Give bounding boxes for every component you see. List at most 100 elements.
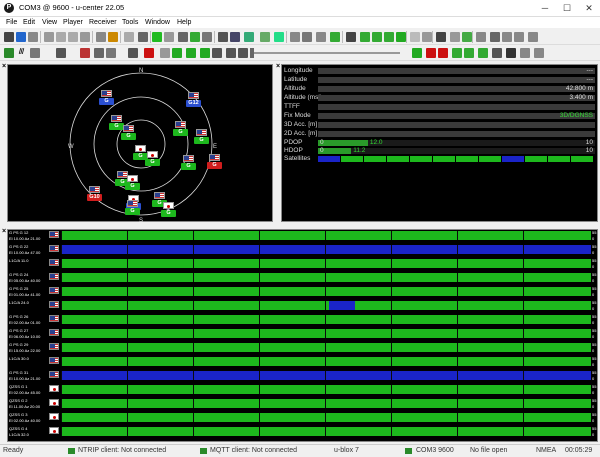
toolbar-button-8[interactable] [108, 32, 118, 42]
player-button-5[interactable] [106, 48, 116, 58]
sat-label-5[interactable]: G [194, 137, 209, 144]
sat-label-2[interactable]: G [109, 123, 124, 130]
sat-label-8[interactable]: G [181, 163, 196, 170]
toolbar-button-23[interactable] [316, 32, 326, 42]
toolbar-button-9[interactable] [124, 32, 134, 42]
sat-label-4[interactable]: G [173, 129, 188, 136]
toolbar-button-30[interactable] [410, 32, 420, 42]
toolbar-button-28[interactable] [384, 32, 394, 42]
toolbar-button-36[interactable] [490, 32, 500, 42]
toolbar-button-35[interactable] [476, 32, 486, 42]
toolbar-button-5[interactable] [68, 32, 78, 42]
info-panel-close-icon[interactable]: × [276, 63, 280, 70]
toolbar-button-31[interactable] [422, 32, 432, 42]
toolbar-button-29[interactable] [396, 32, 406, 42]
toolbar-button-20[interactable] [274, 32, 284, 42]
player-button-23[interactable] [520, 48, 530, 58]
sat-label-0[interactable]: G [99, 98, 114, 105]
sat-label-15[interactable]: G [125, 208, 140, 215]
toolbar-button-25[interactable] [346, 32, 356, 42]
player-button-19[interactable] [464, 48, 474, 58]
player-button-24[interactable] [534, 48, 544, 58]
sat-label-12[interactable]: G10 [87, 194, 102, 201]
menu-file[interactable]: File [6, 17, 17, 28]
toolbar-button-27[interactable] [372, 32, 382, 42]
player-button-8[interactable] [160, 48, 170, 58]
sat-label-9[interactable]: G [207, 162, 222, 169]
toolbar-button-3[interactable] [44, 32, 54, 42]
menu-receiver[interactable]: Receiver [89, 17, 117, 28]
signal-panel-close-icon[interactable]: × [2, 228, 6, 235]
toolbar-button-15[interactable] [202, 32, 212, 42]
playback-slider-thumb[interactable] [250, 48, 254, 58]
toolbar-button-0[interactable] [4, 32, 14, 42]
toolbar-button-6[interactable] [80, 32, 90, 42]
toolbar-button-32[interactable] [436, 32, 446, 42]
player-button-1[interactable] [30, 48, 40, 58]
toolbar-button-34[interactable] [462, 32, 472, 42]
player-button-21[interactable] [492, 48, 502, 58]
toolbar-button-13[interactable] [178, 32, 188, 42]
toolbar-button-37[interactable] [502, 32, 512, 42]
toolbar-button-33[interactable] [450, 32, 460, 42]
menu-player[interactable]: Player [63, 17, 83, 28]
signal-track [61, 413, 591, 422]
toolbar-button-14[interactable] [190, 32, 200, 42]
toolbar-button-1[interactable] [16, 32, 26, 42]
toolbar-button-21[interactable] [290, 32, 300, 42]
player-button-0[interactable] [4, 48, 14, 58]
toolbar-button-17[interactable] [230, 32, 240, 42]
player-button-9[interactable] [172, 48, 182, 58]
menu-window[interactable]: Window [145, 17, 170, 28]
toolbar-button-19[interactable] [260, 32, 270, 42]
toolbar-button-2[interactable] [28, 32, 38, 42]
toolbar-button-12[interactable] [164, 32, 174, 42]
sat-label-3[interactable]: G [121, 133, 136, 140]
menu-help[interactable]: Help [177, 17, 191, 28]
player-button-7[interactable] [144, 48, 154, 58]
close-window-button[interactable]: ✕ [578, 0, 600, 16]
toolbar-button-16[interactable] [218, 32, 228, 42]
toolbar-button-39[interactable] [528, 32, 538, 42]
toolbar-button-24[interactable] [330, 32, 340, 42]
player-button-15[interactable] [412, 48, 422, 58]
player-button-4[interactable] [94, 48, 104, 58]
sky-panel-close-icon[interactable]: × [2, 63, 6, 70]
sat-label-7[interactable]: G [145, 159, 160, 166]
player-button-16[interactable] [426, 48, 436, 58]
player-button-17[interactable] [438, 48, 448, 58]
menu-tools[interactable]: Tools [122, 17, 138, 28]
player-button-10[interactable] [186, 48, 196, 58]
signal-label-line2: El 10.00 Az 21.00 [9, 375, 41, 381]
player-button-3[interactable] [80, 48, 90, 58]
baud-rate-selector[interactable]: Ⅲ [18, 47, 24, 56]
player-button-6[interactable] [128, 48, 138, 58]
toolbar-button-7[interactable] [96, 32, 106, 42]
toolbar-button-26[interactable] [360, 32, 370, 42]
toolbar-button-38[interactable] [514, 32, 524, 42]
toolbar-button-22[interactable] [302, 32, 312, 42]
sat-flag-12 [89, 186, 100, 193]
sat-label-11[interactable]: G [125, 183, 140, 190]
maximize-button[interactable]: ☐ [556, 0, 578, 16]
toolbar-button-10[interactable] [138, 32, 148, 42]
toolbar-button-18[interactable] [244, 32, 254, 42]
player-button-11[interactable] [200, 48, 210, 58]
player-button-18[interactable] [452, 48, 462, 58]
menu-edit[interactable]: Edit [23, 17, 35, 28]
signal-grid [523, 413, 524, 422]
sat-label-1[interactable]: G12 [186, 100, 201, 107]
toolbar-button-11[interactable] [152, 32, 162, 42]
player-button-20[interactable] [478, 48, 488, 58]
menu-view[interactable]: View [42, 17, 57, 28]
player-button-14[interactable] [238, 48, 248, 58]
signal-row: QZSS G 2 El 11.00 Az 20.00 55 0 [8, 398, 599, 409]
sat-label-16[interactable]: G [161, 210, 176, 217]
player-button-22[interactable] [506, 48, 516, 58]
player-button-13[interactable] [226, 48, 236, 58]
toolbar-button-4[interactable] [56, 32, 66, 42]
player-button-12[interactable] [212, 48, 222, 58]
playback-slider[interactable] [250, 52, 400, 54]
player-button-2[interactable] [56, 48, 66, 58]
minimize-button[interactable]: ─ [534, 0, 556, 16]
